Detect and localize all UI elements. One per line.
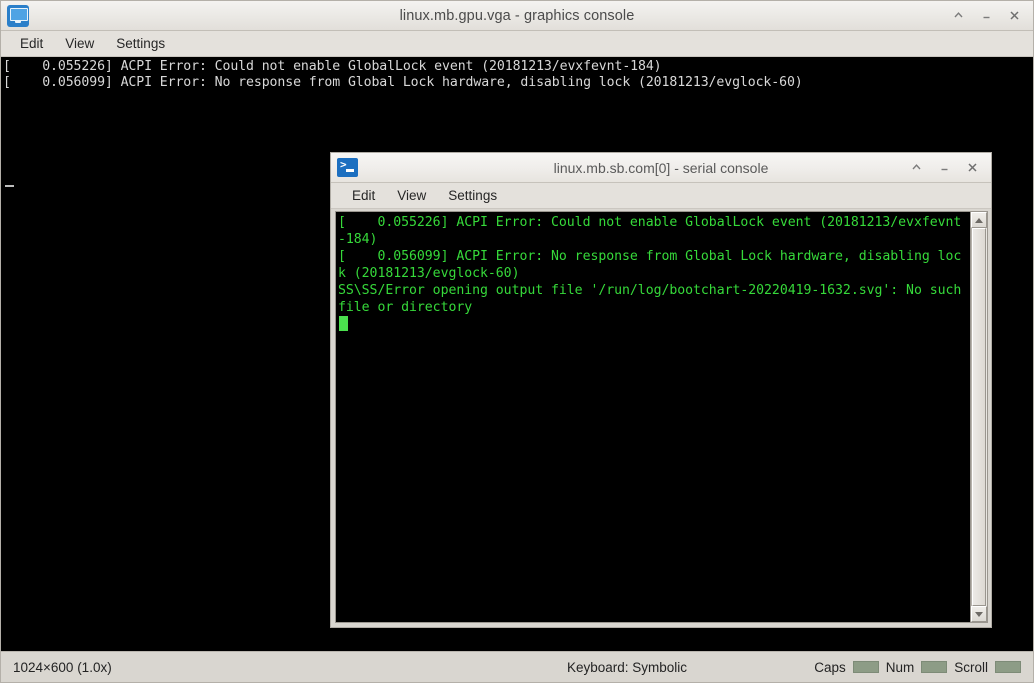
main-titlebar[interactable]: linux.mb.gpu.vga - graphics console	[1, 1, 1033, 31]
main-menubar: Edit View Settings	[1, 31, 1033, 57]
vga-console-output: [ 0.055226] ACPI Error: Could not enable…	[3, 59, 803, 90]
serial-close-button[interactable]	[959, 155, 985, 181]
serial-titlebar[interactable]: linux.mb.sb.com[0] - serial console	[331, 153, 991, 183]
serial-console-output: [ 0.055226] ACPI Error: Could not enable…	[338, 215, 962, 315]
menu-settings[interactable]: Settings	[107, 33, 174, 54]
minimize-button[interactable]	[973, 3, 999, 29]
menu-edit[interactable]: Edit	[11, 33, 52, 54]
serial-text-cursor	[339, 316, 348, 331]
chevron-down-icon	[975, 611, 983, 617]
keyboard-label: Keyboard: Symbolic	[567, 659, 688, 675]
serial-menu-view[interactable]: View	[388, 185, 435, 206]
serial-menu-edit[interactable]: Edit	[343, 185, 384, 206]
serial-body: [ 0.055226] ACPI Error: Could not enable…	[331, 209, 991, 627]
serial-console-window: linux.mb.sb.com[0] - serial console Edit…	[330, 152, 992, 628]
serial-window-controls	[903, 155, 985, 181]
vga-text-cursor	[5, 185, 14, 187]
status-bar: 1024×600 (1.0x) Keyboard: Symbolic Caps …	[1, 651, 1033, 682]
chevron-up-icon	[975, 217, 983, 223]
serial-menu-settings[interactable]: Settings	[439, 185, 506, 206]
menu-view[interactable]: View	[56, 33, 103, 54]
main-window-controls	[945, 3, 1027, 29]
num-label: Num	[885, 659, 915, 675]
resolution-label: 1024×600 (1.0x)	[13, 659, 112, 675]
scroll-down-button[interactable]	[971, 606, 987, 622]
num-led	[921, 661, 948, 673]
serial-menubar: Edit View Settings	[331, 183, 991, 209]
serial-shade-button[interactable]	[903, 155, 929, 181]
monitor-icon	[7, 4, 29, 27]
led-indicators: Caps Num Scroll	[814, 660, 1021, 675]
caps-led	[852, 661, 879, 673]
scrollbar-trough[interactable]	[971, 228, 987, 606]
caps-label: Caps	[814, 659, 846, 675]
shade-button[interactable]	[945, 3, 971, 29]
scroll-label: Scroll	[954, 659, 988, 675]
terminal-prompt-icon	[337, 158, 358, 177]
serial-console-canvas[interactable]: [ 0.055226] ACPI Error: Could not enable…	[335, 211, 970, 623]
scrollbar-thumb[interactable]	[972, 228, 986, 606]
main-window-title: linux.mb.gpu.vga - graphics console	[399, 7, 635, 24]
serial-window-title: linux.mb.sb.com[0] - serial console	[553, 159, 769, 176]
scroll-up-button[interactable]	[971, 212, 987, 228]
serial-minimize-button[interactable]	[931, 155, 957, 181]
serial-scrollbar[interactable]	[970, 211, 988, 623]
scroll-led	[995, 661, 1021, 673]
close-button[interactable]	[1001, 3, 1027, 29]
